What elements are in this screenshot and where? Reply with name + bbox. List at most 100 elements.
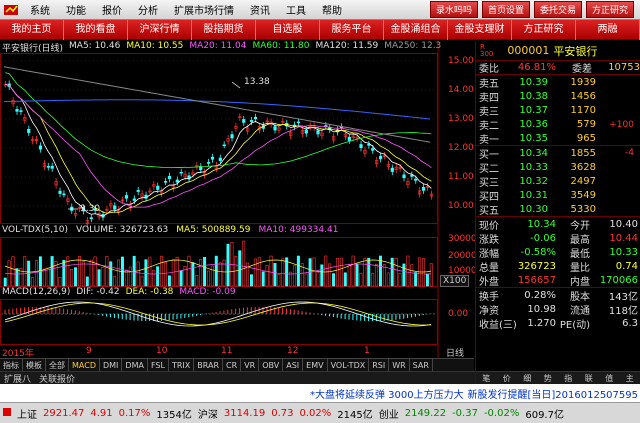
quote-tab[interactable]: 细 — [517, 372, 538, 384]
indicator-tab[interactable]: VR — [241, 358, 260, 372]
indicator-tab[interactable]: OBV — [259, 358, 284, 372]
indicator-tab[interactable]: CR — [223, 358, 242, 372]
ma20-line — [5, 83, 432, 208]
tab-market[interactable]: 沪深行情 — [128, 19, 192, 40]
indicator-tab[interactable]: VOL-TDX — [328, 358, 370, 372]
tab-extended[interactable]: 扩展八 — [0, 372, 35, 385]
tab-my-watch[interactable]: 我的看盘 — [64, 19, 128, 40]
indicator-tab-macd[interactable]: MACD — [69, 358, 100, 372]
tab-service[interactable]: 服务平台 — [320, 19, 384, 40]
tab-portfolio[interactable]: 金股涌组合 — [384, 19, 448, 40]
menu-function[interactable]: 功能 — [58, 2, 94, 17]
tab-watchlist[interactable]: 自选股 — [256, 19, 320, 40]
candlestick — [136, 186, 140, 196]
buy-row[interactable]: 买一 10.34 1855 -4 — [476, 146, 640, 161]
indicator-tab[interactable]: EMV — [303, 358, 328, 372]
candlestick — [316, 127, 320, 138]
menu-news[interactable]: 资讯 — [242, 2, 278, 17]
buy-row[interactable]: 买四 10.31 3549 — [476, 189, 640, 203]
quote-tab[interactable]: 价 — [497, 372, 518, 384]
kline-chart[interactable] — [0, 41, 474, 359]
cy-index-label[interactable]: 创业 — [376, 406, 402, 421]
quote-tab[interactable]: 值 — [599, 372, 620, 384]
volume-bar — [304, 273, 308, 287]
indicator-tab[interactable]: 模板 — [23, 358, 46, 372]
candlestick — [253, 113, 258, 123]
volume-bar — [355, 263, 359, 287]
tab-research[interactable]: 方正研究 — [512, 19, 576, 40]
cy-index-amount: 609.7亿 — [525, 409, 564, 421]
chart-area[interactable]: 平安银行(日线) MA5: 10.46 MA10: 10.55 MA20: 11… — [0, 41, 477, 371]
menu-analysis[interactable]: 分析 — [130, 2, 166, 17]
tab-index-futures[interactable]: 股指期货 — [192, 19, 256, 40]
ma250-line — [3, 66, 431, 143]
order-level-label: 买五 — [479, 205, 499, 217]
sell-row[interactable]: 卖二 10.36 579 +100 — [476, 118, 640, 132]
indicator-tab[interactable]: 全部 — [46, 358, 69, 372]
ipo-notice[interactable]: 新股发行提醒[当日]2016012507595 — [467, 386, 640, 401]
quote-tab[interactable]: 联 — [579, 372, 600, 384]
price-pane-frame — [0, 53, 438, 224]
menu-extended-market[interactable]: 扩展市场行情 — [166, 2, 242, 17]
buy-row[interactable]: 买三 10.32 2497 — [476, 175, 640, 189]
volume-bar — [273, 262, 277, 287]
volume-bar — [277, 274, 281, 287]
volume-bar — [3, 277, 7, 287]
candlestick — [19, 107, 23, 115]
volume-bar — [363, 257, 367, 287]
menu-quote[interactable]: 报价 — [94, 2, 130, 17]
candlestick — [386, 160, 390, 171]
sell-row[interactable]: 卖三 10.37 1170 — [476, 104, 640, 118]
tab-related-quote[interactable]: 关联报价 — [35, 372, 79, 385]
volume-bar — [242, 240, 246, 287]
stat-value: -0.58% — [520, 247, 556, 259]
trade-button[interactable]: 委托交易 — [533, 1, 582, 18]
order-price: 10.37 — [519, 105, 548, 117]
tab-wealth[interactable]: 金股支理财 — [448, 19, 512, 40]
menu-help[interactable]: 帮助 — [314, 2, 350, 17]
volume-bar — [113, 276, 117, 287]
candlestick — [214, 161, 218, 173]
quote-tab[interactable]: 主 — [620, 372, 640, 384]
indicator-tab[interactable]: 指标 — [0, 358, 23, 372]
indicator-tab[interactable]: TRIX — [169, 358, 195, 372]
sell-row[interactable]: 卖一 10.35 965 — [476, 132, 640, 147]
quote-tab[interactable]: 指 — [558, 372, 579, 384]
sell-row[interactable]: 卖四 10.38 1456 — [476, 89, 640, 104]
home-settings-button[interactable]: 首页设置 — [481, 1, 530, 18]
news-headline[interactable]: *大盘将延续反弹 3000上方压力大 — [310, 386, 464, 401]
indicator-tab[interactable]: RSI — [369, 358, 390, 372]
volume-bar — [296, 255, 300, 287]
volume-bar — [206, 270, 210, 287]
quote-tab[interactable]: 势 — [538, 372, 559, 384]
candlestick — [402, 171, 406, 182]
tab-margin[interactable]: 两融 — [576, 19, 640, 40]
order-price: 10.33 — [519, 161, 548, 173]
indicator-tab[interactable]: DMI — [100, 358, 123, 372]
buy-row[interactable]: 买二 10.33 3628 — [476, 160, 640, 175]
sz-index-label[interactable]: 沪深 — [195, 406, 221, 421]
sell-row[interactable]: 卖五 10.39 1939 — [476, 75, 640, 90]
indicator-tab[interactable]: BRAR — [194, 358, 224, 372]
macd-dif: DIF: -0.42 — [76, 287, 120, 297]
indicator-tab[interactable]: WR — [389, 358, 410, 372]
indicator-tab[interactable]: SAR — [410, 358, 433, 372]
volume-bar — [410, 264, 414, 287]
sh-index-amount: 1354亿 — [156, 409, 192, 421]
order-level-label: 卖一 — [479, 135, 499, 147]
buy-row[interactable]: 买五 10.30 5330 — [476, 203, 640, 218]
indicator-tab[interactable]: FSL — [148, 358, 169, 372]
menu-system[interactable]: 系统 — [22, 2, 58, 17]
volume-bar — [281, 258, 285, 287]
menu-tools[interactable]: 工具 — [278, 2, 314, 17]
research-button[interactable]: 方正研究 — [585, 1, 634, 18]
volume-bar — [191, 262, 195, 287]
login-button[interactable]: 录水吗吗 — [429, 1, 478, 18]
quote-tab[interactable]: 笔 — [476, 372, 497, 384]
macd-tick: 0.00 — [448, 309, 469, 319]
indicator-tab[interactable]: ASI — [283, 358, 304, 372]
tab-my-home[interactable]: 我的主页 — [0, 19, 64, 40]
news-ticker[interactable]: *大盘将延续反弹 3000上方压力大 新股发行提醒[当日]20160125075… — [0, 384, 640, 402]
sh-index-label[interactable]: 上证 — [14, 406, 40, 421]
indicator-tab[interactable]: DMA — [122, 358, 148, 372]
